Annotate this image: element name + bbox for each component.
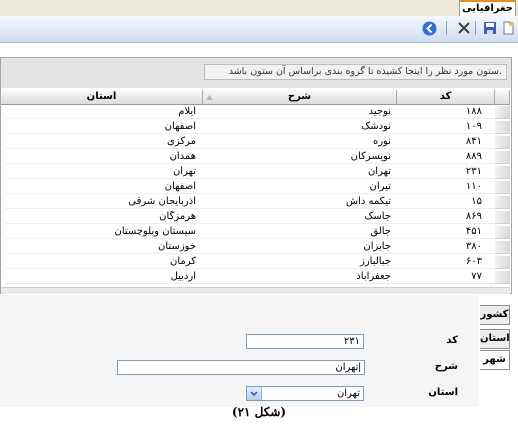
- dropdown-button[interactable]: [247, 387, 262, 400]
- back-icon: [422, 21, 436, 35]
- cell-province: سیستان وبلوچستان: [114, 226, 196, 237]
- side-tab-province[interactable]: استان: [480, 329, 510, 349]
- cell-code: ۷۷: [471, 271, 482, 282]
- cell-code: ۶۰۳: [465, 256, 482, 267]
- column-header-desc-label: شرح: [287, 91, 312, 102]
- table-row[interactable]: ایلام نوجید ۱۸۸: [6, 106, 495, 119]
- cell-province: آذربایجان شرقی: [128, 196, 196, 207]
- side-tab-city[interactable]: شهر: [480, 350, 510, 370]
- cell-province: اصفهان: [164, 181, 196, 192]
- cell-province: هرمزگان: [159, 211, 196, 222]
- column-header-province[interactable]: استان: [1, 90, 203, 105]
- table-row[interactable]: کرمان جبالبارز ۶۰۳: [6, 256, 495, 269]
- row-indicator[interactable]: [495, 211, 510, 224]
- province-select[interactable]: تهران: [246, 386, 364, 401]
- cell-province: خوزستان: [158, 241, 196, 252]
- cell-desc: نویسرکان: [350, 151, 391, 162]
- row-indicator[interactable]: [495, 196, 510, 209]
- cell-code: ۸۴۱: [465, 136, 482, 147]
- cell-desc: تیران: [369, 181, 391, 192]
- row-indicator[interactable]: [495, 106, 510, 119]
- cell-desc: جایزان: [363, 241, 391, 252]
- delete-button[interactable]: [456, 20, 472, 36]
- delete-icon: [458, 22, 470, 34]
- cell-code: ۱۵: [471, 196, 482, 207]
- cell-desc: نوره: [372, 136, 391, 147]
- cell-province: ایلام: [178, 106, 196, 117]
- new-button[interactable]: [500, 20, 516, 36]
- figure-caption: (شکل ۲۱): [231, 405, 287, 419]
- table-row[interactable]: اردبیل جعفرآباد ۷۷: [6, 271, 495, 284]
- toolbar: [0, 16, 518, 43]
- row-indicator-header: [495, 90, 510, 105]
- row-indicator[interactable]: [495, 226, 510, 239]
- row-indicator[interactable]: [495, 151, 510, 164]
- column-header-code[interactable]: کد: [397, 90, 495, 105]
- row-indicator[interactable]: [495, 271, 510, 284]
- cell-desc: جالق: [370, 226, 391, 237]
- cell-code: ۲۳۱: [465, 166, 482, 177]
- column-header-desc[interactable]: شرح: [203, 90, 397, 105]
- cell-province: اصفهان: [164, 121, 196, 132]
- cell-desc: جعفرآباد: [356, 271, 391, 282]
- desc-field[interactable]: [117, 360, 365, 375]
- row-indicator[interactable]: [495, 121, 510, 134]
- chevron-down-icon: [250, 391, 258, 396]
- sort-asc-icon: [206, 95, 213, 100]
- row-indicator[interactable]: [495, 136, 510, 149]
- toolbar-separator: [475, 21, 476, 35]
- side-tab-country[interactable]: کشور: [480, 305, 510, 325]
- cell-code: ۱۰۹: [465, 121, 482, 132]
- cell-desc: تیکمه داش: [345, 196, 391, 207]
- cell-code: ۴۵۱: [465, 226, 482, 237]
- row-indicator[interactable]: [495, 256, 510, 269]
- cell-desc: جبالبارز: [359, 256, 391, 267]
- tab-strip: [0, 0, 518, 16]
- row-indicator[interactable]: [495, 241, 510, 254]
- code-label: کد: [446, 335, 458, 346]
- cell-province: همدان: [169, 151, 196, 162]
- cell-desc: جاسک: [364, 211, 391, 222]
- province-label: استان: [428, 387, 458, 398]
- table-row[interactable]: همدان نویسرکان ۸۸۹: [6, 151, 495, 164]
- group-by-prompt: ستون مورد نظر را اینجا کشیده تا گروه بند…: [204, 64, 507, 80]
- cell-desc: نودشک: [361, 121, 391, 132]
- table-row[interactable]: آذربایجان شرقی تیکمه داش ۱۵: [6, 196, 495, 209]
- cell-code: ۱۱۰: [465, 181, 482, 192]
- code-field[interactable]: [246, 334, 364, 349]
- table-row[interactable]: مرکزی نوره ۸۴۱: [6, 136, 495, 149]
- new-icon: [503, 21, 514, 35]
- cell-desc: تهران: [367, 166, 391, 177]
- row-indicator[interactable]: [495, 181, 510, 194]
- cell-province: تهران: [172, 166, 196, 177]
- province-select-value: تهران: [336, 388, 360, 399]
- back-button[interactable]: [421, 20, 437, 36]
- toolbar-separator: [446, 21, 447, 35]
- horizontal-scrollbar[interactable]: [1, 287, 510, 294]
- cell-desc: نوجید: [368, 106, 391, 117]
- cell-code: ۸۸۹: [465, 151, 482, 162]
- detail-form: [0, 295, 478, 407]
- row-indicator[interactable]: [495, 166, 510, 179]
- cell-code: ۱۸۸: [465, 106, 482, 117]
- save-icon: [484, 22, 496, 34]
- tab-geography[interactable]: جغرافیایی: [459, 0, 516, 16]
- cell-province: اردبیل: [170, 271, 196, 282]
- table-row[interactable]: خوزستان جایزان ۳۸۰: [6, 241, 495, 254]
- table-row[interactable]: اصفهان تیران ۱۱۰: [6, 181, 495, 194]
- table-row[interactable]: اصفهان نودشک ۱۰۹: [6, 121, 495, 134]
- desc-label: شرح: [434, 361, 458, 372]
- table-row[interactable]: هرمزگان جاسک ۸۶۹: [6, 211, 495, 224]
- cell-code: ۸۶۹: [465, 211, 482, 222]
- save-button[interactable]: [482, 20, 498, 36]
- cell-code: ۳۸۰: [465, 241, 482, 252]
- cell-province: کرمان: [169, 256, 196, 267]
- table-row[interactable]: تهران تهران ۲۳۱: [6, 166, 495, 179]
- cell-province: مرکزی: [167, 136, 196, 147]
- table-row[interactable]: سیستان وبلوچستان جالق ۴۵۱: [6, 226, 495, 239]
